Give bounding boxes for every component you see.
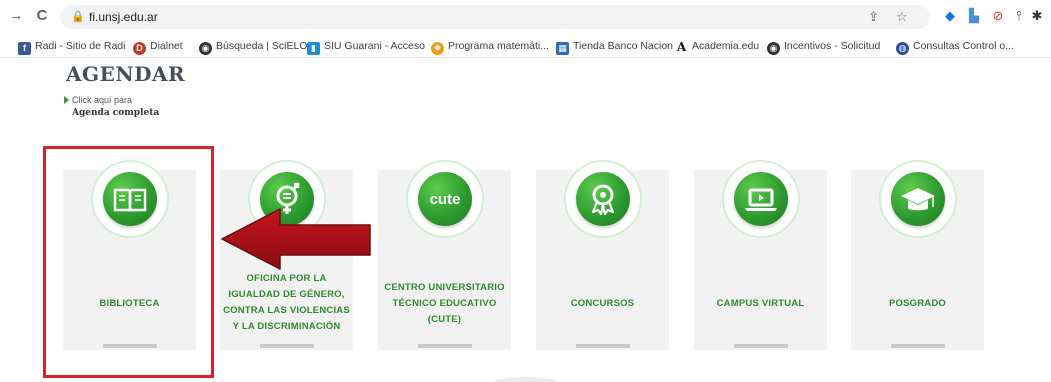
extension-icon[interactable]: ◆	[942, 8, 958, 24]
card-label-line: Y LA DISCRIMINACIÓN	[232, 321, 341, 332]
bookmark-label: Incentivos - Solicitud	[784, 40, 881, 52]
bookmark-radi[interactable]: f Radi - Sitio de Radi	[18, 38, 126, 55]
reload-button[interactable]: C	[32, 6, 52, 26]
block-extension-icon[interactable]: ⊘	[990, 8, 1006, 24]
cute-logo-icon: cute	[430, 191, 461, 208]
medallion	[576, 172, 630, 226]
bank-icon: ▦	[556, 42, 569, 55]
card-label-line: CONCURSOS	[570, 298, 635, 309]
award-icon[interactable]	[564, 160, 642, 238]
bookmark-label: Tienda Banco Nacion	[573, 40, 674, 52]
bookmark-label: Consultas Control o...	[913, 40, 1014, 52]
bookmark-scielo[interactable]: ◉ Búsqueda | SciELO	[199, 38, 308, 55]
browser-toolbar: → C 🔒 fi.unsj.edu.ar ⇪ ☆ ◆ ▙ ⊘ ⫯ ✱	[0, 0, 1051, 34]
card-underline	[891, 344, 945, 348]
card-label-line: CENTRO UNIVERSITARIO	[384, 282, 505, 293]
sun-icon: ✹	[431, 42, 444, 55]
bookmarks-bar: f Radi - Sitio de Radi D Dialnet ◉ Búsqueda…	[0, 34, 1051, 58]
svg-text:cute: cute	[430, 191, 461, 208]
card-label: CONCURSOS	[536, 296, 669, 312]
highlight-box	[43, 146, 214, 378]
medallion: cute	[418, 172, 472, 226]
bookmark-label: Programa matemáti...	[448, 40, 549, 52]
url-text: fi.unsj.edu.ar	[89, 10, 158, 24]
laptop-icon	[745, 188, 777, 211]
bookmark-label: Radi - Sitio de Radi	[35, 40, 126, 52]
consultas-icon: ◍	[896, 42, 909, 55]
bookmark-consultas[interactable]: ◍ Consultas Control o...	[896, 38, 1014, 55]
dialnet-icon: D	[133, 42, 146, 55]
bookmark-incentivos[interactable]: ◉ Incentivos - Solicitud	[767, 38, 881, 55]
bookmark-siu-guarani[interactable]: ▮ SIU Guarani - Acceso	[307, 38, 425, 55]
card-underline	[418, 344, 472, 348]
page-title: AGENDAR	[66, 62, 186, 86]
laptop-icon[interactable]	[722, 160, 800, 238]
graduation-cap-icon[interactable]	[879, 160, 957, 238]
click-here-link[interactable]: Click aquí para	[64, 95, 132, 106]
card-label-line: IGUALDAD DE GÉNERO,	[228, 289, 345, 300]
card-label-line: CAMPUS VIRTUAL	[716, 298, 805, 309]
share-icon[interactable]: ⇪	[868, 9, 879, 25]
bookmark-label: Academia.edu	[692, 40, 760, 52]
triangle-bullet-icon	[64, 96, 69, 104]
medallion	[891, 172, 945, 226]
award-icon	[591, 184, 615, 216]
card-underline	[576, 344, 630, 348]
pin-icon[interactable]: ⫯	[1011, 8, 1027, 24]
card-label: CAMPUS VIRTUAL	[694, 296, 827, 312]
card-label: POSGRADO	[851, 296, 984, 312]
bookmark-label: Búsqueda | SciELO	[216, 40, 308, 52]
card-label-line: TÉCNICO EDUCATIVO	[392, 298, 497, 309]
bookmark-star-icon[interactable]: ☆	[896, 9, 908, 25]
academia-icon: A	[675, 40, 688, 54]
card-label-line: POSGRADO	[888, 298, 947, 309]
puzzle-icon[interactable]: ✱	[1029, 8, 1045, 24]
card-label: OFICINA POR LA IGUALDAD DE GÉNERO, CONTR…	[220, 271, 353, 335]
card-label: CENTRO UNIVERSITARIO TÉCNICO EDUCATIVO (…	[378, 280, 511, 328]
click-here-text: Click aquí para	[72, 95, 133, 105]
lock-icon: 🔒	[71, 11, 85, 23]
card-label-line: CONTRA LAS VIOLENCIAS	[223, 305, 350, 316]
bookmark-label: Dialnet	[150, 40, 183, 52]
bookmark-academia[interactable]: A Academia.edu	[675, 38, 759, 54]
card-underline	[260, 344, 314, 348]
facebook-icon: f	[18, 42, 31, 55]
card-underline	[734, 344, 788, 348]
forward-button[interactable]: →	[6, 6, 26, 26]
graduation-cap-icon	[901, 188, 935, 211]
bookmark-programa[interactable]: ✹ Programa matemáti...	[431, 38, 549, 55]
medallion	[734, 172, 788, 226]
bookmark-label: SIU Guarani - Acceso	[324, 40, 425, 52]
cute-logo-icon[interactable]: cute	[406, 160, 484, 238]
translate-extension-icon[interactable]: ▙	[966, 8, 982, 24]
siu-icon: ▮	[307, 42, 320, 55]
agenda-completa-link[interactable]: Agenda completa	[72, 108, 159, 118]
bookmark-banco-nacion[interactable]: ▦ Tienda Banco Nacion	[556, 38, 674, 55]
globe-icon: ◉	[767, 42, 780, 55]
left-arrow-annotation	[221, 208, 371, 270]
card-label-line: (CUTE)	[427, 314, 462, 325]
bookmark-dialnet[interactable]: D Dialnet	[133, 38, 183, 55]
globe-icon: ◉	[199, 42, 212, 55]
scroll-indicator	[495, 377, 557, 382]
address-bar[interactable]: 🔒 fi.unsj.edu.ar ⇪ ☆	[60, 5, 930, 29]
